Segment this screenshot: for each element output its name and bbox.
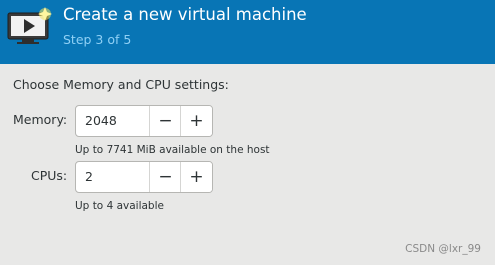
memory-spinbox: 2048 − + <box>75 105 213 137</box>
section-heading: Choose Memory and CPU settings: <box>13 77 229 92</box>
wizard-step-indicator: Step 3 of 5 <box>63 32 132 47</box>
memory-input[interactable]: 2048 <box>85 113 117 128</box>
cpus-decrement-button[interactable]: − <box>149 162 181 192</box>
memory-label: Memory: <box>13 112 68 127</box>
memory-decrement-button[interactable]: − <box>149 106 181 136</box>
cpus-spinbox: 2 − + <box>75 161 213 193</box>
cpus-input[interactable]: 2 <box>85 169 93 184</box>
wizard-header: Create a new virtual machine Step 3 of 5 <box>0 0 495 64</box>
cpus-label: CPUs: <box>31 168 68 183</box>
monitor-play-icon <box>7 7 52 44</box>
watermark: CSDN @lxr_99 <box>405 243 481 255</box>
memory-increment-button[interactable]: + <box>180 106 212 136</box>
cpus-increment-button[interactable]: + <box>180 162 212 192</box>
wizard-title: Create a new virtual machine <box>63 5 307 24</box>
memory-hint: Up to 7741 MiB available on the host <box>75 144 270 156</box>
cpus-hint: Up to 4 available <box>75 200 164 212</box>
